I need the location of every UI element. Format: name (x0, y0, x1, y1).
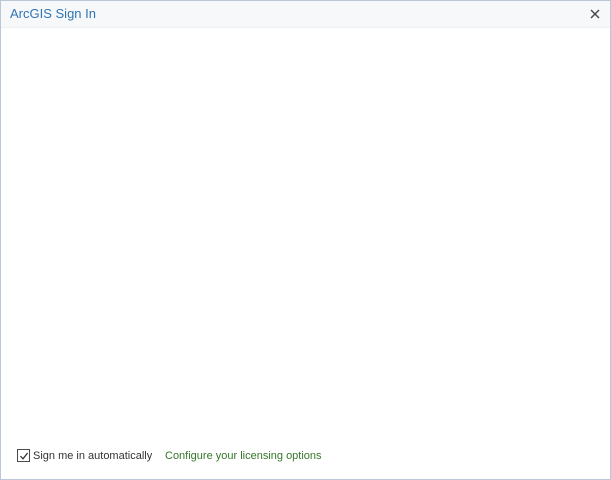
checkmark-icon (19, 452, 28, 460)
signin-content-area (1, 28, 610, 438)
dialog-footer: Sign me in automatically Configure your … (1, 438, 610, 479)
auto-signin-label: Sign me in automatically (33, 449, 153, 462)
configure-licensing-link[interactable]: Configure your licensing options (165, 450, 322, 462)
arcgis-signin-dialog: ArcGIS Sign In Sign me in automatically … (0, 0, 611, 480)
close-icon (590, 9, 600, 19)
close-button[interactable] (586, 5, 604, 23)
title-bar: ArcGIS Sign In (1, 1, 610, 28)
checkbox-box[interactable] (17, 449, 30, 462)
auto-signin-checkbox[interactable]: Sign me in automatically (17, 449, 152, 462)
dialog-title: ArcGIS Sign In (10, 6, 96, 21)
